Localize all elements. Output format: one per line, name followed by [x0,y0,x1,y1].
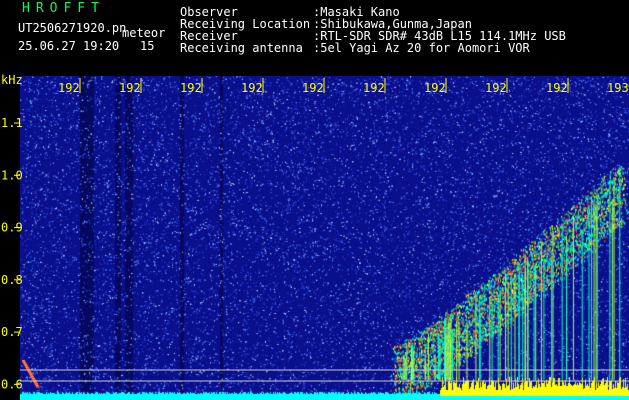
x-tick-label: 192 [363,81,385,95]
x-tick-label: 192 [424,81,446,95]
x-tick-label: 192 [58,81,80,95]
x-tick-label: 192 [546,81,568,95]
x-tick-label: 192 [119,81,141,95]
x-tick-label: 1930 [607,81,629,95]
hrofft-window: HROFFT UT2506271920.pn meteor 25.06.27 1… [0,0,629,400]
x-tick-label: 192 [180,81,202,95]
x-tick-label: 192 [241,81,263,95]
x-tick-label: 192 [302,81,324,95]
x-tick-label: 192 [485,81,507,95]
axes-overlay: kHz1.11.00.90.80.70.6192 192 192 192 192 192 1… [1,73,629,391]
y-axis-label: kHz [1,73,23,87]
